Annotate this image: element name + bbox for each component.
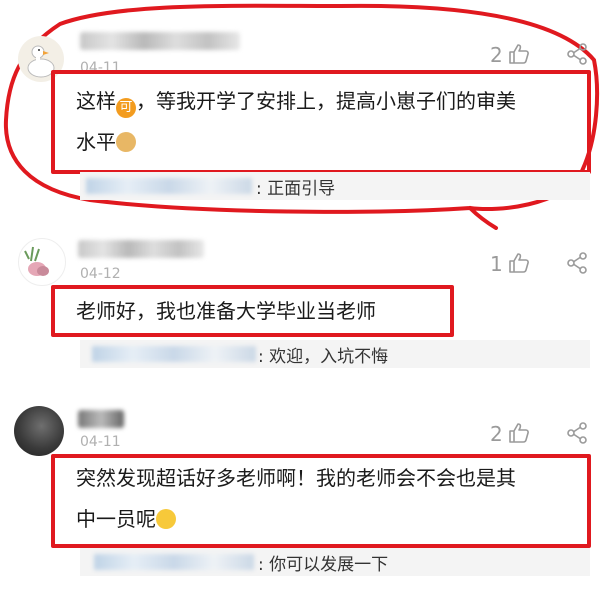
username-blurred[interactable] — [78, 240, 204, 258]
comment-item: 04-11 2 这样可，等我开学了安排上，提高小崽子们的审美 水平 : 正面引导 — [0, 0, 600, 210]
thumbs-up-icon[interactable] — [508, 43, 530, 65]
plant-avatar-icon — [24, 246, 49, 276]
reply-username-blurred — [86, 178, 252, 194]
share-icon[interactable] — [566, 252, 588, 274]
share-icon[interactable] — [566, 422, 588, 444]
comment-text-part: 中一员呢 — [76, 507, 156, 531]
like-count: 1 — [490, 252, 503, 276]
thumbs-up-icon[interactable] — [508, 252, 530, 274]
comment-text: 老师好，我也准备大学毕业当老师 — [76, 299, 376, 323]
avatar[interactable] — [14, 406, 64, 456]
like-count: 2 — [490, 43, 503, 67]
username-blurred[interactable] — [80, 32, 240, 50]
comment-text: 这样可，等我开学了安排上，提高小崽子们的审美 水平 — [76, 81, 582, 163]
reply-text: : 你可以发展一下 — [258, 555, 389, 575]
comment-date: 04-11 — [80, 434, 121, 450]
avatar[interactable] — [18, 238, 66, 286]
comment-text-part: 这样 — [76, 89, 116, 113]
comment-text-line: 突然发现超话好多老师啊！我的老师会不会也是其 — [76, 466, 516, 490]
reply-text: : 正面引导 — [256, 179, 336, 199]
doge-emoji-icon — [116, 132, 136, 152]
comment-text: 突然发现超话好多老师啊！我的老师会不会也是其 中一员呢 — [76, 458, 582, 540]
comment-text-part: 水平 — [76, 130, 116, 154]
share-icon[interactable] — [566, 43, 588, 65]
like-count: 2 — [490, 422, 503, 446]
comment-date: 04-12 — [80, 266, 121, 282]
comment-text-part: ，等我开学了安排上，提高小崽子们的审美 — [136, 89, 516, 113]
reply-username-blurred — [94, 554, 254, 570]
reply-username-blurred — [92, 346, 256, 362]
reply-text: : 欢迎，入坑不悔 — [258, 347, 389, 367]
username-blurred[interactable] — [78, 410, 124, 428]
thumbs-up-icon[interactable] — [508, 422, 530, 444]
ke-emoji-icon: 可 — [116, 98, 136, 118]
laugh-cry-emoji-icon — [156, 509, 176, 529]
